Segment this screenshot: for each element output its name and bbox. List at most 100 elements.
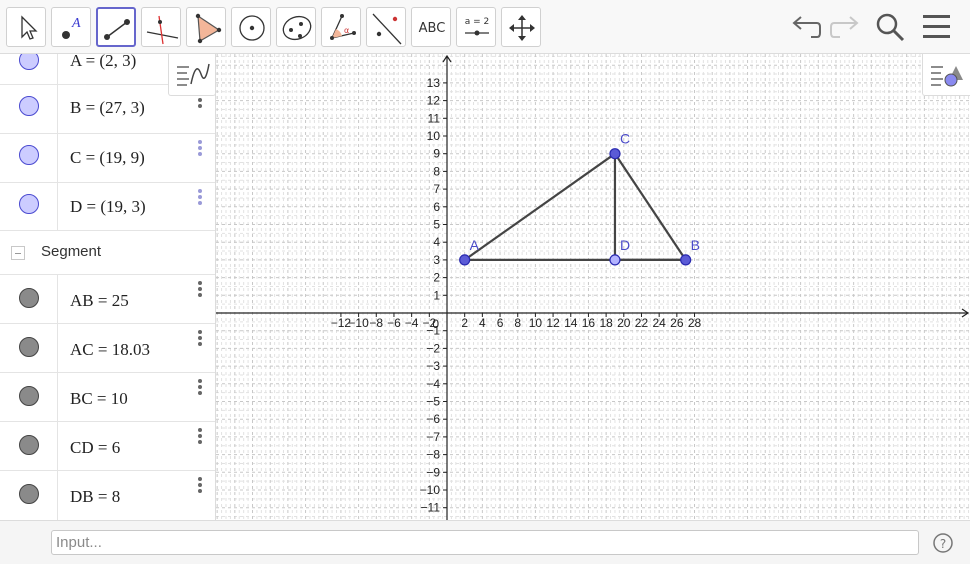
point-B[interactable] — [680, 254, 692, 266]
visibility-toggle[interactable] — [19, 386, 39, 406]
more-options-icon[interactable] — [196, 428, 204, 448]
more-options-icon[interactable] — [196, 281, 204, 301]
graphics-canvas[interactable]: −12−10 −8 −6 −4 −2 2 4 6 8 10 12 14 16 18 20 22 24 26 28−1… — [216, 54, 970, 520]
algebra-item-text[interactable]: DB = 8 — [70, 487, 120, 507]
point-D[interactable] — [609, 254, 621, 266]
visibility-toggle[interactable] — [19, 484, 39, 504]
perpendicular-line-tool[interactable] — [141, 7, 181, 47]
algebra-item-D[interactable]: D = (19, 3) — [0, 183, 215, 231]
algebra-item-text[interactable]: BC = 10 — [70, 389, 128, 409]
y-tick-label: −3 — [426, 359, 440, 373]
visibility-toggle[interactable] — [19, 337, 39, 357]
algebra-item-AC[interactable]: AC = 18.03 — [0, 324, 215, 373]
visibility-toggle[interactable] — [19, 288, 39, 308]
group-label: Segment — [41, 243, 102, 260]
ellipse-tool[interactable] — [276, 7, 316, 47]
visibility-toggle[interactable] — [19, 96, 39, 116]
point-label-D: D — [620, 237, 630, 253]
more-options-icon[interactable] — [196, 477, 204, 497]
visibility-toggle[interactable] — [19, 194, 39, 214]
menu-icon[interactable] — [918, 8, 956, 46]
cursor-arrow-icon — [21, 15, 38, 40]
perpendicular-icon — [146, 15, 179, 45]
move-graphics-tool[interactable] — [501, 7, 541, 47]
x-tick-label: 12 — [546, 316, 560, 330]
circle-tool[interactable] — [231, 7, 271, 47]
more-options-icon[interactable] — [196, 189, 204, 209]
x-tick-label: 18 — [599, 316, 613, 330]
algebra-item-text[interactable]: CD = 6 — [70, 438, 120, 458]
graphics-view[interactable]: −12 −10 −8 −6 −4 −2 2 4 6 8 10 12 14 16 18 20 22 24 26 28 −1… — [216, 54, 970, 520]
y-tick-label: 2 — [433, 271, 440, 285]
algebra-item-CD[interactable]: CD = 6 — [0, 422, 215, 471]
algebra-item-BC[interactable]: BC = 10 — [0, 373, 215, 422]
x-tick-label: 26 — [670, 316, 684, 330]
move-tool[interactable] — [6, 7, 46, 47]
undo-icon[interactable] — [787, 8, 825, 46]
y-tick-label: 13 — [427, 76, 441, 90]
angle-icon: α — [330, 14, 356, 40]
angle-tool[interactable]: α — [321, 7, 361, 47]
point-tool[interactable]: A — [51, 7, 91, 47]
reflect-tool[interactable] — [366, 7, 406, 47]
algebra-style-icon — [177, 63, 210, 86]
y-tick-label: 11 — [428, 111, 441, 125]
origin-label: 0 — [432, 317, 439, 331]
x-tick-label: 14 — [564, 316, 578, 330]
y-tick-label: −2 — [426, 341, 440, 355]
segment-tool[interactable] — [96, 7, 136, 47]
more-options-icon[interactable] — [196, 330, 204, 350]
x-tick-label: 2 — [461, 316, 468, 330]
y-tick-label: −5 — [426, 395, 440, 409]
x-tick-label: 22 — [635, 316, 649, 330]
ellipse-icon — [282, 15, 312, 41]
collapse-toggle[interactable] — [11, 246, 25, 260]
x-tick-label: 28 — [688, 316, 702, 330]
visibility-toggle[interactable] — [19, 145, 39, 165]
x-tick-label: 10 — [529, 316, 543, 330]
algebra-style-bar-toggle[interactable] — [168, 54, 216, 96]
algebra-input[interactable] — [51, 530, 919, 555]
visibility-toggle[interactable] — [19, 435, 39, 455]
y-tick-label: −9 — [426, 465, 440, 479]
algebra-item-C[interactable]: C = (19, 9) — [0, 134, 215, 183]
polygon-tool[interactable] — [186, 7, 226, 47]
algebra-item-text[interactable]: B = (27, 3) — [70, 98, 145, 118]
y-tick-label: 6 — [433, 200, 440, 214]
point-icon: A — [62, 16, 81, 39]
help-icon[interactable]: ? — [933, 533, 953, 553]
algebra-item-text[interactable]: AB = 25 — [70, 291, 129, 311]
algebra-item-text[interactable]: D = (19, 3) — [70, 197, 146, 217]
redo-icon[interactable] — [826, 8, 864, 46]
text-icon: ABC — [418, 20, 446, 36]
y-tick-label: 12 — [427, 94, 441, 108]
more-options-icon[interactable] — [196, 140, 204, 160]
algebra-item-text[interactable]: C = (19, 9) — [70, 148, 145, 168]
y-tick-label: 10 — [427, 129, 441, 143]
x-tick-label: 8 — [514, 316, 521, 330]
algebra-item-AB[interactable]: AB = 25 — [0, 275, 215, 324]
x-tick-label: −4 — [405, 316, 419, 330]
text-tool[interactable]: ABC — [411, 7, 451, 47]
point-A[interactable] — [459, 254, 471, 266]
x-tick-label: −8 — [369, 316, 383, 330]
algebra-item-text[interactable]: A = (2, 3) — [70, 54, 136, 71]
slider-track-icon — [465, 30, 489, 36]
search-icon[interactable] — [871, 8, 909, 46]
geogebra-app: A α ABC a = 2 A = (2, 3) B = (27, 3) C =… — [0, 0, 970, 564]
more-options-icon[interactable] — [196, 379, 204, 399]
y-tick-label: 1 — [433, 288, 440, 302]
x-tick-label: 6 — [497, 316, 504, 330]
svg-text:α: α — [344, 26, 349, 35]
graphics-style-bar-toggle[interactable] — [922, 54, 970, 96]
algebra-item-DB[interactable]: DB = 8 — [0, 471, 215, 520]
group-header-segment[interactable]: Segment — [0, 231, 215, 275]
point-label-C: C — [620, 131, 630, 147]
y-tick-label: −8 — [426, 448, 440, 462]
x-tick-label: 24 — [652, 316, 666, 330]
algebra-item-text[interactable]: AC = 18.03 — [70, 340, 150, 360]
slider-tool[interactable]: a = 2 — [456, 7, 496, 47]
y-tick-label: 8 — [433, 164, 440, 178]
y-tick-label: −4 — [426, 377, 440, 391]
point-C[interactable] — [609, 148, 621, 160]
